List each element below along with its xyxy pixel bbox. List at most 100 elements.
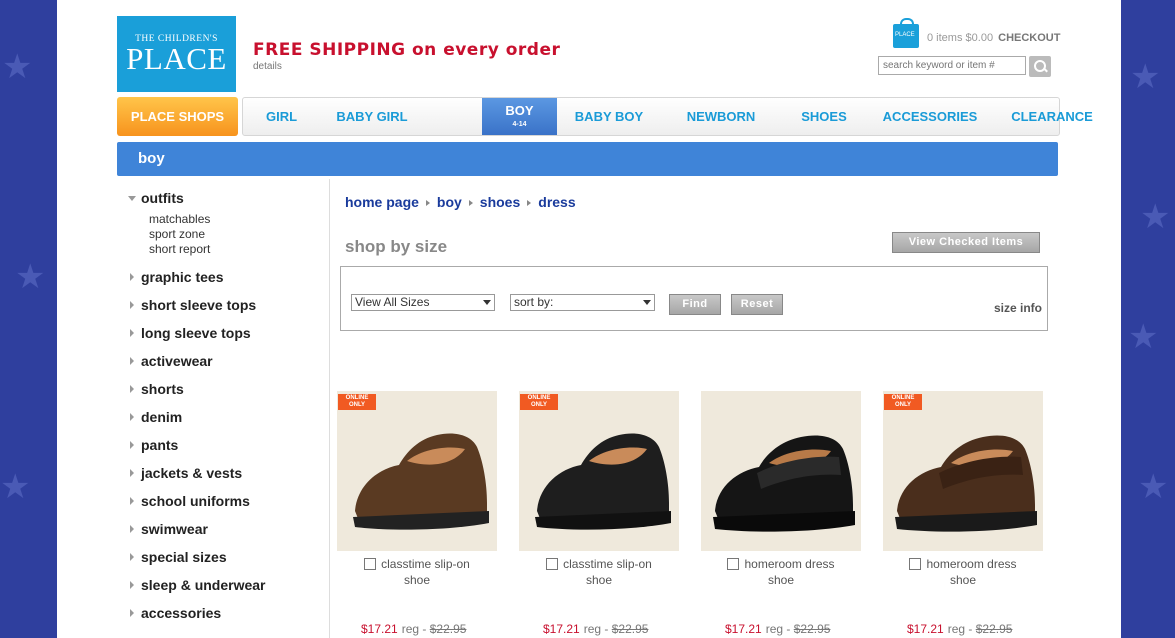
nav-boy-label: BOY <box>505 103 534 118</box>
product-image[interactable]: ONLINE ONLY <box>883 391 1043 551</box>
cart-items: 0 items <box>927 32 963 44</box>
search-input[interactable] <box>878 56 1026 75</box>
sidebar-item[interactable]: sleep & underwear <box>127 577 327 605</box>
sidebar-subitem[interactable]: sport zone <box>149 227 327 242</box>
sidebar-item[interactable]: shorts <box>127 381 327 409</box>
original-price: $22.95 <box>793 622 831 636</box>
product-name[interactable]: classtime slip-on shoe <box>337 556 497 588</box>
site-logo[interactable]: THE CHILDREN'S PLACE <box>117 16 236 92</box>
sidebar-item[interactable]: swimwear <box>127 521 327 549</box>
dropdown-arrow-icon <box>483 300 491 305</box>
breadcrumb-link[interactable]: boy <box>437 194 462 210</box>
reg-label: reg - <box>765 622 791 636</box>
star-icon: ★ <box>1140 198 1171 236</box>
sidebar-item[interactable]: pants <box>127 437 327 465</box>
sidebar-item-label: short sleeve tops <box>141 297 257 313</box>
star-icon: ★ <box>15 258 46 296</box>
sidebar: outfits matchables sport zone short repo… <box>127 190 327 633</box>
online-only-badge: ONLINE ONLY <box>520 394 558 410</box>
outfit-sublist: matchables sport zone short report <box>149 212 327 257</box>
product-name-line1: classtime slip-on <box>563 557 652 571</box>
sidebar-item-outfits[interactable]: outfits matchables sport zone short repo… <box>127 190 327 257</box>
shoe-image <box>713 435 855 532</box>
sale-price: $17.21 <box>543 622 580 636</box>
sidebar-item[interactable]: short sleeve tops <box>127 297 327 325</box>
breadcrumb-link[interactable]: shoes <box>480 194 520 210</box>
sidebar-item[interactable]: graphic tees <box>127 269 327 297</box>
star-icon: ★ <box>2 48 33 86</box>
nav-accessories[interactable]: ACCESSORIES <box>869 98 991 135</box>
nav-clearance[interactable]: CLEARANCE <box>993 98 1111 135</box>
promo-title[interactable]: FREE SHIPPING on every order <box>253 40 560 60</box>
find-button[interactable]: Find <box>669 294 721 315</box>
compare-checkbox[interactable] <box>909 558 922 570</box>
product-card: ONLINE ONLY classtime slip-on shoe $17.21 r… <box>519 391 679 636</box>
product-card: homeroom dress shoe $17.21 reg - $22.95 <box>701 391 861 636</box>
reset-button[interactable]: Reset <box>731 294 783 315</box>
product-name-line2: shoe <box>949 573 977 587</box>
sidebar-item[interactable]: activewear <box>127 353 327 381</box>
size-info-link[interactable]: size info <box>994 301 1042 315</box>
sidebar-item[interactable]: jackets & vests <box>127 465 327 493</box>
sale-price: $17.21 <box>907 622 944 636</box>
sidebar-item[interactable]: special sizes <box>127 549 327 577</box>
shopping-bag-icon[interactable]: PLACE <box>893 18 919 48</box>
star-icon: ★ <box>1138 468 1169 506</box>
main-nav: GIRL BABY GIRL BOY 4-14 BABY BOY NEWBORN… <box>242 97 1093 136</box>
sidebar-item[interactable]: long sleeve tops <box>127 325 327 353</box>
product-price: $17.21 reg - $22.95 <box>543 622 648 636</box>
product-image[interactable]: ONLINE ONLY <box>519 391 679 551</box>
category-title: boy <box>138 150 165 167</box>
sidebar-subitem[interactable]: matchables <box>149 212 327 227</box>
nav-baby-girl[interactable]: BABY GIRL <box>320 98 424 135</box>
sidebar-item-label: swimwear <box>141 521 208 537</box>
caret-right-icon <box>130 497 134 505</box>
caret-right-icon <box>130 301 134 309</box>
view-checked-items-button[interactable]: View Checked Items <box>892 232 1040 253</box>
sidebar-subitem[interactable]: short report <box>149 242 327 257</box>
star-icon: ★ <box>1128 318 1159 356</box>
caret-right-icon <box>130 273 134 281</box>
caret-right-icon <box>130 413 134 421</box>
sidebar-item-label: outfits <box>141 190 184 206</box>
place-shops-button[interactable]: PLACE SHOPS <box>117 97 238 136</box>
nav-girl[interactable]: GIRL <box>243 98 320 135</box>
search-button[interactable] <box>1029 56 1051 77</box>
original-price: $22.95 <box>611 622 649 636</box>
logo-line2: PLACE <box>126 41 227 76</box>
sidebar-item-label: jackets & vests <box>141 465 243 481</box>
sort-select[interactable]: sort by: <box>510 294 655 311</box>
promo-details-link[interactable]: details <box>253 61 560 72</box>
breadcrumb-arrow-icon <box>425 200 430 206</box>
caret-down-icon <box>128 196 136 201</box>
caret-right-icon <box>130 553 134 561</box>
checkout-link[interactable]: CHECKOUT <box>998 32 1060 44</box>
breadcrumb-link[interactable]: home page <box>345 194 419 210</box>
product-name[interactable]: classtime slip-on shoe <box>519 556 679 588</box>
nav-baby-boy[interactable]: BABY BOY <box>557 98 661 135</box>
product-card: ONLINE ONLY classtime slip-on shoe $17.21 r… <box>337 391 497 636</box>
size-select[interactable]: View All Sizes <box>351 294 495 311</box>
product-image[interactable]: ONLINE ONLY <box>337 391 497 551</box>
cart-summary: 0 items $0.00 CHECKOUT <box>927 32 1060 44</box>
sidebar-item[interactable]: school uniforms <box>127 493 327 521</box>
compare-checkbox[interactable] <box>546 558 559 570</box>
sidebar-item[interactable]: accessories <box>127 605 327 633</box>
sidebar-item[interactable]: denim <box>127 409 327 437</box>
product-name[interactable]: homeroom dress shoe <box>701 556 861 588</box>
compare-checkbox[interactable] <box>364 558 377 570</box>
size-select-value: View All Sizes <box>355 295 430 309</box>
nav-shoes[interactable]: SHOES <box>779 98 869 135</box>
breadcrumb-current[interactable]: dress <box>538 194 575 210</box>
product-image[interactable] <box>701 391 861 551</box>
compare-checkbox[interactable] <box>727 558 740 570</box>
category-header: boy <box>117 142 1058 176</box>
product-name-line1: homeroom dress <box>744 557 835 571</box>
caret-right-icon <box>130 581 134 589</box>
nav-newborn[interactable]: NEWBORN <box>663 98 779 135</box>
product-name[interactable]: homeroom dress shoe <box>883 556 1043 588</box>
star-icon: ★ <box>1130 58 1161 96</box>
breadcrumb-arrow-icon <box>527 200 532 206</box>
nav-boy[interactable]: BOY 4-14 <box>482 98 557 135</box>
sidebar-item-label: denim <box>141 409 183 425</box>
